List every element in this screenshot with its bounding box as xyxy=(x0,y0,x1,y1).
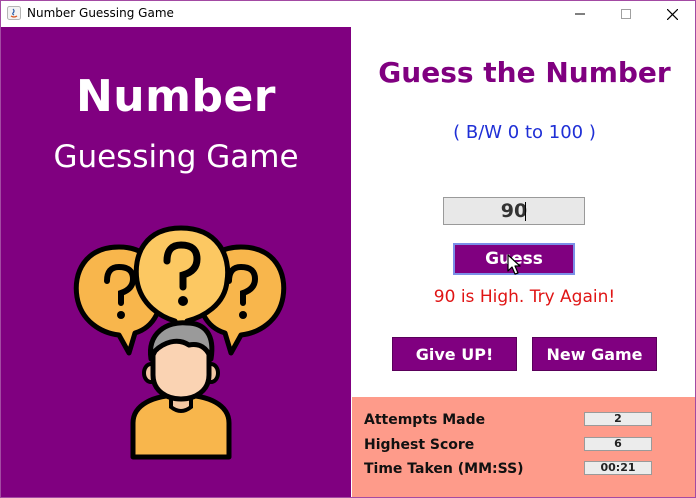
java-app-icon xyxy=(7,6,21,20)
window-title: Number Guessing Game xyxy=(27,6,174,20)
highest-score-value: 6 xyxy=(584,437,652,451)
title-bar[interactable]: Number Guessing Game xyxy=(1,1,695,27)
person-icon xyxy=(130,320,232,460)
stats-panel: Attempts Made 2 Highest Score 6 Time Tak… xyxy=(352,397,695,497)
game-title-line-2: Guessing Game xyxy=(53,139,299,175)
game-title-line-1: Number xyxy=(75,71,277,122)
guess-heading: Guess the Number xyxy=(378,56,671,89)
mouse-cursor-icon xyxy=(507,254,521,275)
highest-score-label: Highest Score xyxy=(364,437,475,453)
time-taken-label: Time Taken (MM:SS) xyxy=(364,461,524,477)
app-window: Number Guessing Game Number Guessing Gam… xyxy=(0,0,696,498)
text-caret xyxy=(525,202,526,221)
time-taken-value: 00:21 xyxy=(584,461,652,475)
guess-input[interactable] xyxy=(443,197,585,225)
maximize-button[interactable] xyxy=(603,1,649,27)
close-button[interactable] xyxy=(649,1,695,27)
range-label: ( B/W 0 to 100 ) xyxy=(453,122,596,143)
minimize-button[interactable] xyxy=(557,1,603,27)
attempts-label: Attempts Made xyxy=(364,412,486,428)
result-message: 90 is High. Try Again! xyxy=(433,287,616,307)
close-icon xyxy=(666,8,678,20)
thinking-person-illustration xyxy=(73,225,287,460)
new-game-button[interactable]: New Game xyxy=(532,337,657,371)
left-panel: Number Guessing Game xyxy=(1,27,351,497)
give-up-button[interactable]: Give UP! xyxy=(392,337,517,371)
minimize-icon xyxy=(575,13,585,15)
maximize-icon xyxy=(621,9,631,19)
attempts-value: 2 xyxy=(584,412,652,426)
